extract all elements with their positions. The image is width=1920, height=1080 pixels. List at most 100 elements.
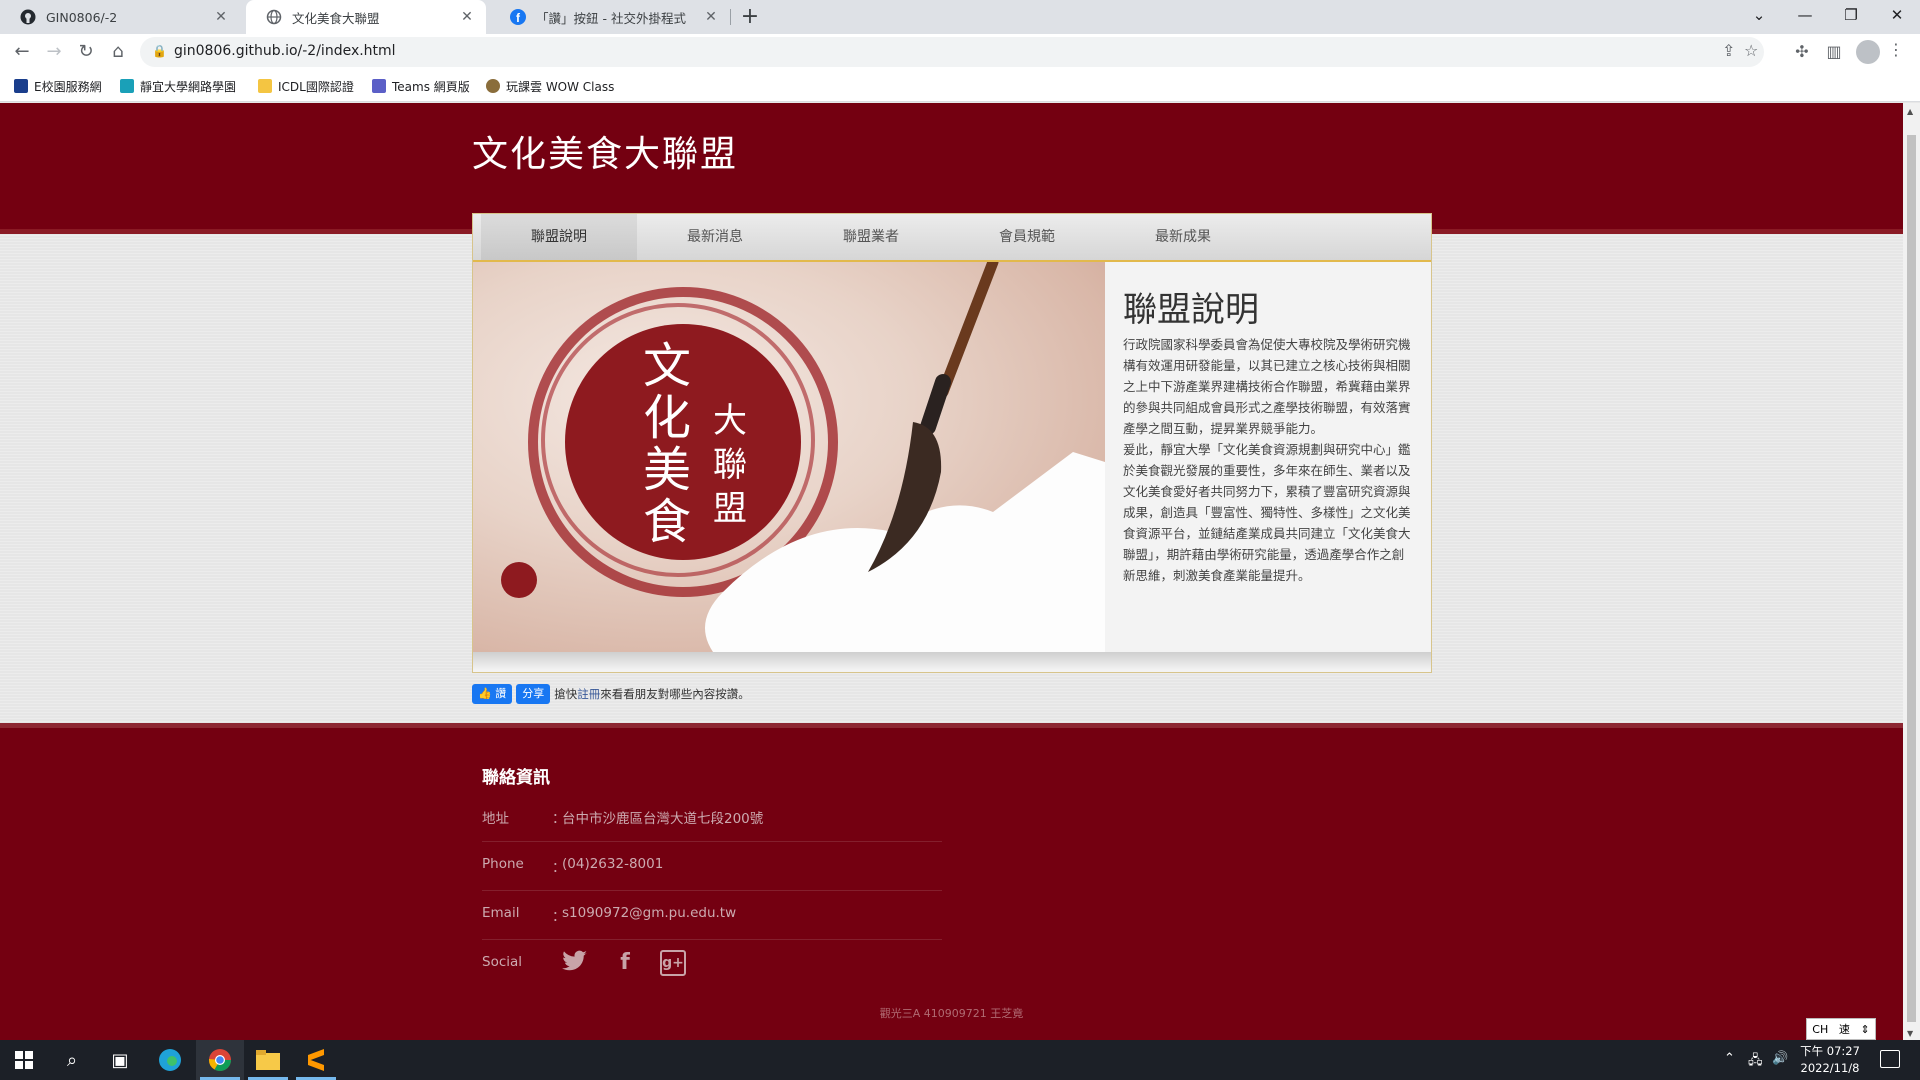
- close-icon[interactable]: ✕: [702, 9, 720, 25]
- facebook-icon[interactable]: f: [612, 950, 638, 976]
- tab-divider: [730, 9, 731, 25]
- footer-row-email: Email ： s1090972@gm.pu.edu.tw: [482, 891, 942, 940]
- page-scrollbar[interactable]: ▲ ▼: [1903, 103, 1920, 1040]
- volume-icon[interactable]: 🔊: [1772, 1051, 1788, 1066]
- logo-text-col2: 大聯盟: [713, 401, 747, 529]
- browser-toolbar: ← → ↻ ⌂ 🔒 gin0806.github.io/-2/index.htm…: [0, 34, 1920, 70]
- system-clock[interactable]: 下午 07:27 2022/11/8: [1790, 1043, 1870, 1077]
- fb-text-post: 來看看朋友對哪些內容按讚。: [600, 687, 750, 701]
- footer-value: 台中市沙鹿區台灣大道七段200號: [562, 811, 764, 827]
- menu-kebab-icon[interactable]: ⋮: [1888, 40, 1904, 59]
- back-icon[interactable]: ←: [8, 38, 36, 66]
- url-text[interactable]: gin0806.github.io/-2/index.html: [174, 43, 396, 59]
- footer-label: Email: [482, 905, 520, 921]
- tab-github[interactable]: GIN0806/-2 ✕: [0, 0, 240, 34]
- bookmark-icdl[interactable]: ICDL國際認證: [258, 77, 354, 95]
- bookmark-teams[interactable]: Teams 網頁版: [372, 77, 470, 95]
- fb-like-button[interactable]: 👍 讚: [472, 684, 513, 704]
- task-view-icon[interactable]: ▣: [96, 1040, 144, 1080]
- brush-ferrule: [920, 374, 951, 435]
- bookmark-label: E校園服務網: [34, 79, 102, 94]
- chrome-icon[interactable]: [196, 1040, 244, 1080]
- windows-start-icon[interactable]: [0, 1040, 48, 1080]
- clock-time: 下午 07:27: [1800, 1044, 1860, 1058]
- globe-icon: [266, 9, 282, 25]
- bookmark-icon: [486, 79, 500, 93]
- footer-label: 地址: [482, 811, 509, 827]
- tab-title: 「讚」按鈕 - 社交外掛程式: [536, 10, 686, 26]
- close-icon[interactable]: ✕: [458, 9, 476, 25]
- footer-row-phone: Phone ： (04)2632-8001: [482, 842, 942, 891]
- file-explorer-icon[interactable]: [244, 1040, 292, 1080]
- content-box: 聯盟說明 最新消息 聯盟業者 會員規範 最新成果 文化美食 大聯盟 聯盟說明 行…: [472, 213, 1432, 673]
- nav-about[interactable]: 聯盟說明: [481, 214, 637, 260]
- minimize-icon[interactable]: —: [1782, 0, 1828, 30]
- bookmark-star-icon[interactable]: ☆: [1744, 41, 1758, 60]
- tab-title: GIN0806/-2: [46, 9, 118, 25]
- windows-taskbar: ⌕ ▣ ⌃ 🖧 🔊 下午 07:27 2022/11/8: [0, 1040, 1920, 1080]
- notification-icon[interactable]: [1880, 1050, 1900, 1068]
- profile-avatar[interactable]: [1856, 40, 1880, 64]
- sublime-text-icon[interactable]: [292, 1040, 340, 1080]
- bookmark-icon: [120, 79, 134, 93]
- scrollbar-thumb[interactable]: [1907, 135, 1916, 1022]
- nav-rules[interactable]: 會員規範: [949, 214, 1105, 260]
- lock-icon[interactable]: 🔒: [152, 44, 167, 58]
- bookmark-e-campus[interactable]: E校園服務網: [14, 77, 102, 95]
- twitter-icon[interactable]: [562, 950, 588, 976]
- tab-strip: GIN0806/-2 ✕ 文化美食大聯盟 ✕ f 「讚」按鈕 - 社交外掛程式 …: [0, 0, 1920, 34]
- folder-icon: [258, 79, 272, 93]
- new-tab-button[interactable]: +: [736, 3, 764, 31]
- share-icon[interactable]: ⇪: [1722, 41, 1735, 60]
- nav-news[interactable]: 最新消息: [637, 214, 793, 260]
- nav-results[interactable]: 最新成果: [1105, 214, 1261, 260]
- footer-value: (04)2632-8001: [562, 856, 664, 872]
- bookmark-pu-elearning[interactable]: 靜宜大學網路學園: [120, 77, 236, 95]
- google-plus-icon[interactable]: g+: [660, 950, 686, 976]
- home-icon[interactable]: ⌂: [104, 38, 132, 66]
- fb-like-label: 讚: [495, 687, 507, 700]
- tab-facebook[interactable]: f 「讚」按鈕 - 社交外掛程式 ✕: [490, 0, 730, 34]
- teams-icon: [372, 79, 386, 93]
- footer-credit: 觀光三A 410909721 王芝竟: [879, 1007, 1024, 1020]
- scroll-down-icon[interactable]: ▼: [1907, 1029, 1913, 1038]
- reload-icon[interactable]: ↻: [72, 38, 100, 66]
- tab-search-icon[interactable]: ⌄: [1736, 0, 1782, 30]
- edge-icon[interactable]: [146, 1040, 194, 1080]
- window-close-icon[interactable]: ✕: [1874, 0, 1920, 30]
- ime-language: CH: [1812, 1022, 1829, 1036]
- side-panel-icon[interactable]: ▥: [1822, 40, 1846, 64]
- forward-icon[interactable]: →: [40, 38, 68, 66]
- bookmark-label: Teams 網頁版: [392, 79, 470, 94]
- network-icon[interactable]: 🖧: [1748, 1051, 1763, 1073]
- brush-handle: [937, 262, 999, 398]
- fb-share-button[interactable]: 分享: [516, 684, 551, 704]
- web-page: 文化美食大聯盟 聯盟說明 最新消息 聯盟業者 會員規範 最新成果 文化美食 大聯…: [0, 103, 1903, 1040]
- ime-indicator[interactable]: CH 速 ⇕: [1806, 1018, 1876, 1040]
- bookmark-label: 玩課雲 WOW Class: [506, 79, 615, 94]
- hero-image: 文化美食 大聯盟: [473, 262, 1105, 652]
- extensions-icon[interactable]: ✣: [1790, 40, 1814, 64]
- close-icon[interactable]: ✕: [212, 9, 230, 25]
- footer-heading: 聯絡資訊: [482, 768, 550, 788]
- intro-title: 聯盟說明: [1123, 290, 1259, 330]
- fb-register-link[interactable]: 註冊: [577, 686, 600, 702]
- site-footer: 聯絡資訊 地址 ： 台中市沙鹿區台灣大道七段200號 Phone ： (04)2…: [0, 723, 1903, 1040]
- restore-icon[interactable]: ❐: [1828, 0, 1874, 30]
- search-icon[interactable]: ⌕: [48, 1040, 96, 1080]
- ime-mode: 速: [1838, 1023, 1850, 1036]
- bookmark-label: ICDL國際認證: [278, 79, 354, 94]
- footer-value: s1090972@gm.pu.edu.tw: [562, 905, 737, 921]
- content-box-bottom: [473, 652, 1431, 670]
- scroll-up-icon[interactable]: ▲: [1907, 107, 1913, 116]
- github-icon: [20, 9, 36, 25]
- logo-text-col1: 文化美食: [643, 338, 691, 550]
- footer-row-social: Social f g+: [482, 940, 942, 989]
- tray-overflow-icon[interactable]: ⌃: [1724, 1051, 1735, 1066]
- tab-active[interactable]: 文化美食大聯盟 ✕: [246, 0, 486, 34]
- footer-row-address: 地址 ： 台中市沙鹿區台灣大道七段200號: [482, 793, 942, 842]
- address-bar[interactable]: 🔒 gin0806.github.io/-2/index.html ⇪ ☆: [140, 37, 1764, 67]
- nav-members[interactable]: 聯盟業者: [793, 214, 949, 260]
- bookmark-wow-class[interactable]: 玩課雲 WOW Class: [486, 77, 614, 95]
- ime-toggle-icon[interactable]: ⇕: [1860, 1023, 1869, 1036]
